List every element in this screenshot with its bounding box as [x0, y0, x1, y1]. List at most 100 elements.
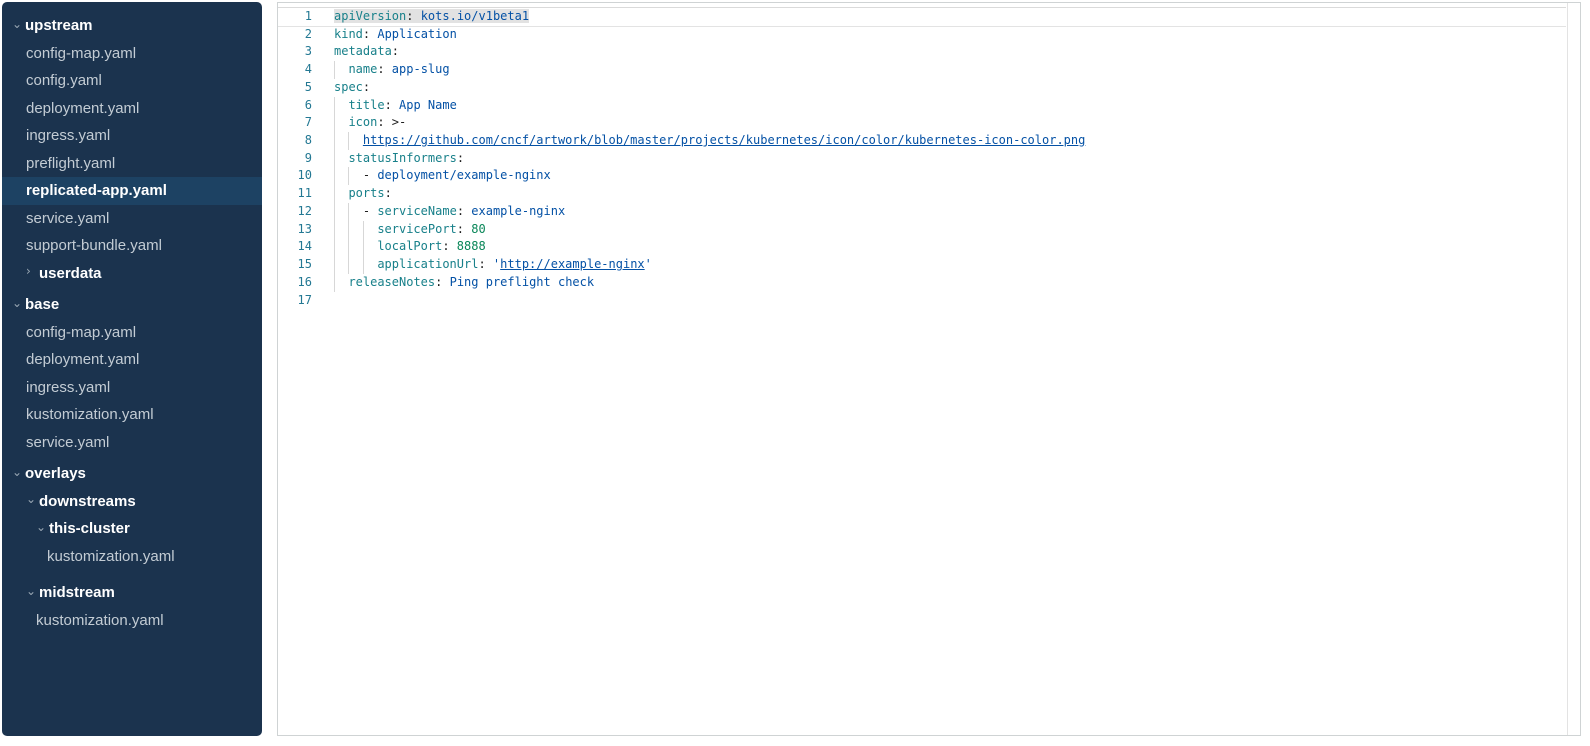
code-token: apiVersion	[334, 9, 406, 23]
selection-highlight: apiVersion: kots.io/v1beta1	[334, 9, 529, 23]
tree-group-overlays[interactable]: ⌄overlays	[2, 460, 262, 488]
tree-file-config-yaml[interactable]: config.yaml	[2, 67, 262, 95]
code-token: :	[442, 239, 456, 253]
tree-file-deployment-yaml[interactable]: deployment.yaml	[2, 346, 262, 374]
code-token: deployment/example-nginx	[377, 168, 550, 182]
code-token: :	[385, 186, 392, 200]
indent-guide	[363, 221, 377, 239]
tree-item-label: overlays	[25, 465, 86, 482]
code-line[interactable]: 10- deployment/example-nginx	[278, 167, 1566, 185]
code-line[interactable]: 5 spec:	[278, 79, 1566, 97]
code-line[interactable]: 3 metadata:	[278, 43, 1566, 61]
code-token: :	[392, 44, 399, 58]
code-lines: 1 apiVersion: kots.io/v1beta1 2kind: Appli…	[278, 7, 1566, 309]
tree-group-upstream[interactable]: ⌄upstream	[2, 12, 262, 40]
tree-group-this-cluster[interactable]: ⌄this-cluster	[2, 515, 262, 543]
code-line-content: - deployment/example-nginx	[334, 167, 551, 185]
tree-file-ingress-yaml[interactable]: ingress.yaml	[2, 122, 262, 150]
yaml-editor[interactable]: 1 apiVersion: kots.io/v1beta1 2kind: Appli…	[277, 2, 1581, 736]
line-number: 3	[278, 43, 312, 61]
tree-group-midstream[interactable]: ⌄midstream	[2, 579, 262, 607]
code-line[interactable]: 8https://github.com/cncf/artwork/blob/ma…	[278, 132, 1566, 150]
indent-guide	[348, 132, 362, 150]
code-line-content: applicationUrl: 'http://example-nginx'	[334, 256, 652, 274]
code-token: spec	[334, 80, 363, 94]
tree-item-label: service.yaml	[26, 434, 109, 451]
code-line[interactable]: 17	[278, 292, 1566, 310]
tree-group-base[interactable]: ⌄base	[2, 291, 262, 319]
line-number: 5	[278, 79, 312, 97]
code-line-content: https://github.com/cncf/artwork/blob/mas…	[334, 132, 1085, 150]
code-line[interactable]: 2kind: Application	[278, 26, 1566, 44]
code-line[interactable]: 4name: app-slug	[278, 61, 1566, 79]
tree-file-kustomization-yaml[interactable]: kustomization.yaml	[2, 543, 262, 571]
tree-file-support-bundle-yaml[interactable]: support-bundle.yaml	[2, 232, 262, 260]
tree-group-downstreams[interactable]: ⌄downstreams	[2, 488, 262, 516]
code-line[interactable]: 13servicePort: 80	[278, 221, 1566, 239]
code-line[interactable]: 1 apiVersion: kots.io/v1beta1	[278, 7, 1566, 27]
tree-file-ingress-yaml[interactable]: ingress.yaml	[2, 374, 262, 402]
tree-file-kustomization-yaml[interactable]: kustomization.yaml	[2, 607, 262, 635]
code-token: name	[348, 62, 377, 76]
tree-file-service-yaml[interactable]: service.yaml	[2, 429, 262, 457]
code-token: releaseNotes	[348, 275, 435, 289]
tree-item-label: config-map.yaml	[26, 45, 136, 62]
tree-file-kustomization-yaml[interactable]: kustomization.yaml	[2, 401, 262, 429]
tree-item-label: base	[25, 296, 59, 313]
tree-file-service-yaml[interactable]: service.yaml	[2, 205, 262, 233]
tree-group-userdata[interactable]: ›userdata	[2, 260, 262, 288]
indent-guide	[334, 97, 348, 115]
chevron-down-icon: ⌄	[26, 585, 39, 597]
code-line-content: ports:	[334, 185, 392, 203]
code-token: -	[363, 204, 377, 218]
code-token: :	[363, 27, 377, 41]
line-number: 11	[278, 185, 312, 203]
url-link[interactable]: http://example-nginx	[500, 257, 645, 271]
tree-file-preflight-yaml[interactable]: preflight.yaml	[2, 150, 262, 178]
code-line[interactable]: 9statusInformers:	[278, 150, 1566, 168]
line-number: 7	[278, 114, 312, 132]
code-token: App Name	[399, 98, 457, 112]
code-token: localPort	[377, 239, 442, 253]
code-line-content: servicePort: 80	[334, 221, 486, 239]
tree-item-label: deployment.yaml	[26, 100, 139, 117]
line-number: 6	[278, 97, 312, 115]
tree-file-replicated-app-yaml[interactable]: replicated-app.yaml	[2, 177, 262, 205]
code-line-content: name: app-slug	[334, 61, 450, 79]
code-token: :	[457, 151, 464, 165]
line-number: 12	[278, 203, 312, 221]
line-number: 15	[278, 256, 312, 274]
indent-guide	[334, 61, 348, 79]
code-line[interactable]: 11 ports:	[278, 185, 1566, 203]
url-link[interactable]: https://github.com/cncf/artwork/blob/mas…	[363, 133, 1085, 147]
line-number: 9	[278, 150, 312, 168]
tree-file-config-map-yaml[interactable]: config-map.yaml	[2, 319, 262, 347]
indent-guide	[334, 167, 348, 185]
line-number: 1	[278, 8, 312, 26]
code-line[interactable]: 14localPort: 8888	[278, 238, 1566, 256]
code-line-content: releaseNotes: Ping preflight check	[334, 274, 594, 292]
indent-guide	[334, 274, 348, 292]
code-token: :	[457, 222, 471, 236]
code-line[interactable]: 16 releaseNotes: Ping preflight check	[278, 274, 1566, 292]
tree-file-deployment-yaml[interactable]: deployment.yaml	[2, 95, 262, 123]
chevron-right-icon: ›	[26, 265, 39, 277]
tree-item-label: config.yaml	[26, 72, 102, 89]
line-number: 16	[278, 274, 312, 292]
chevron-down-icon: ⌄	[36, 521, 49, 533]
editor-scrollbar[interactable]	[1567, 3, 1580, 735]
code-line[interactable]: 12- serviceName: example-nginx	[278, 203, 1566, 221]
code-line-content: spec:	[334, 79, 370, 97]
code-line[interactable]: 6title: App Name	[278, 97, 1566, 115]
code-line[interactable]: 7icon: >-	[278, 114, 1566, 132]
line-number: 17	[278, 292, 312, 310]
tree-item-label: kustomization.yaml	[26, 406, 154, 423]
tree-item-label: replicated-app.yaml	[26, 182, 167, 199]
indent-guide	[334, 203, 348, 221]
tree-item-label: kustomization.yaml	[36, 612, 164, 629]
code-token: metadata	[334, 44, 392, 58]
indent-guide	[334, 238, 348, 256]
tree-file-config-map-yaml[interactable]: config-map.yaml	[2, 40, 262, 68]
code-line[interactable]: 15 applicationUrl: 'http://example-nginx'	[278, 256, 1566, 274]
code-token: app-slug	[392, 62, 450, 76]
